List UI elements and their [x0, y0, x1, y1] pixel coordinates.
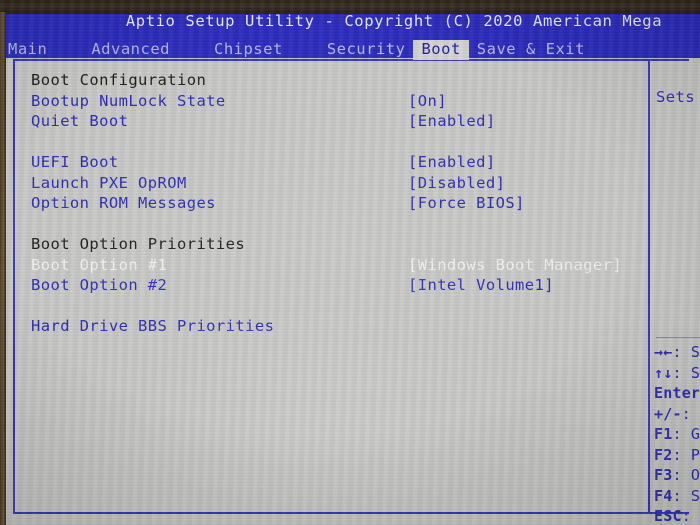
setting-row-uefi-boot[interactable]: UEFI Boot [Enabled] — [18, 152, 646, 173]
help-description: Sets — [656, 88, 695, 106]
key-hint-f1: F1: Ge — [654, 424, 700, 445]
setting-label: Quiet Boot — [31, 112, 129, 130]
setting-label: Option ROM Messages — [31, 194, 216, 212]
section-heading-label: Boot Configuration — [31, 71, 207, 89]
key-description: : Ge — [672, 425, 700, 443]
section-heading-boot-configuration: Boot Configuration — [18, 70, 646, 91]
tab-chipset[interactable]: Chipset — [206, 40, 291, 60]
key-hint-esc: ESC: E — [654, 506, 700, 525]
key-description: : Pr — [672, 445, 700, 464]
tab-main[interactable]: Main — [0, 40, 55, 60]
menu-tab-bar[interactable]: Main Advanced Chipset Security Boot Save & Ex… — [0, 40, 700, 60]
key-hint-f2: F2: Pr — [654, 445, 700, 466]
setting-value[interactable]: [Disabled] — [408, 173, 505, 194]
tab-save-exit[interactable]: Save & Exit — [469, 40, 593, 60]
setting-label: UEFI Boot — [31, 153, 119, 171]
key-symbol: →← — [654, 343, 673, 361]
setting-value[interactable]: [On] — [408, 91, 447, 112]
submenu-label: Hard Drive BBS Priorities — [31, 317, 275, 335]
section-heading-label: Boot Option Priorities — [31, 235, 246, 253]
page-title: Aptio Setup Utility - Copyright (C) 2020… — [125, 12, 663, 30]
pane-divider — [648, 61, 650, 512]
setting-row-launch-pxe-oprom[interactable]: Launch PXE OpROM [Disabled] — [18, 173, 646, 194]
key-description: : Se — [672, 363, 700, 382]
key-description: : Op — [672, 466, 700, 484]
setting-value[interactable]: [Enabled] — [408, 111, 496, 132]
setting-label: Bootup NumLock State — [31, 91, 226, 110]
settings-list[interactable]: Boot Configuration Bootup NumLock State [O… — [18, 70, 646, 508]
bios-setup-screen: Aptio Setup Utility - Copyright (C) 2020… — [0, 0, 700, 525]
key-symbol: F3 — [654, 466, 673, 484]
key-symbol: Enter — [654, 384, 700, 402]
setting-row-bootup-numlock-state[interactable]: Bootup NumLock State [On] — [18, 91, 646, 112]
monitor-bezel-top — [0, 0, 700, 14]
setting-label: Boot Option #1 — [31, 255, 168, 274]
key-symbol: +/- — [654, 404, 682, 423]
key-legend: →←: Se↑↓: SeEnter:+/-: CF1: GeF2: PrF3: … — [654, 342, 700, 525]
setting-label: Boot Option #2 — [31, 276, 168, 294]
key-symbol: F4 — [654, 486, 673, 505]
submenu-row-hard-drive-bbs-priorities[interactable]: Hard Drive BBS Priorities — [18, 316, 646, 337]
setting-row-option-rom-messages[interactable]: Option ROM Messages [Force BIOS] — [18, 193, 646, 214]
tab-advanced[interactable]: Advanced — [83, 40, 178, 60]
setting-value[interactable]: [Force BIOS] — [408, 193, 525, 214]
setting-row-quiet-boot[interactable]: Quiet Boot [Enabled] — [18, 111, 646, 132]
key-symbol: ↑↓ — [654, 363, 673, 382]
key-symbol: F2 — [654, 445, 673, 464]
key-hint-: →←: Se — [654, 342, 700, 363]
key-description: : C — [681, 404, 700, 423]
key-symbol: ESC — [654, 507, 682, 525]
key-description: : Se — [672, 343, 700, 361]
setting-row-boot-option-2[interactable]: Boot Option #2 [Intel Volume1] — [18, 275, 646, 296]
section-heading-boot-option-priorities: Boot Option Priorities — [18, 234, 646, 255]
key-hint-f4: F4: Sa — [654, 486, 700, 507]
key-hint-: ↑↓: Se — [654, 363, 700, 384]
tab-boot[interactable]: Boot — [413, 40, 469, 60]
key-hint-enter: Enter: — [654, 383, 700, 404]
key-symbol: F1 — [654, 425, 673, 443]
key-description: : Sa — [672, 486, 700, 505]
key-description: : E — [681, 507, 700, 525]
help-separator — [656, 337, 700, 338]
setting-value[interactable]: [Windows Boot Manager] — [408, 255, 622, 276]
setting-label: Launch PXE OpROM — [31, 173, 187, 192]
monitor-bezel-left — [0, 12, 6, 525]
setting-value[interactable]: [Enabled] — [408, 152, 496, 173]
key-hint-: +/-: C — [654, 404, 700, 425]
tab-security[interactable]: Security — [319, 40, 414, 60]
setting-row-boot-option-1[interactable]: Boot Option #1 [Windows Boot Manager] — [18, 255, 646, 276]
setting-value[interactable]: [Intel Volume1] — [408, 275, 554, 296]
key-hint-f3: F3: Op — [654, 465, 700, 486]
